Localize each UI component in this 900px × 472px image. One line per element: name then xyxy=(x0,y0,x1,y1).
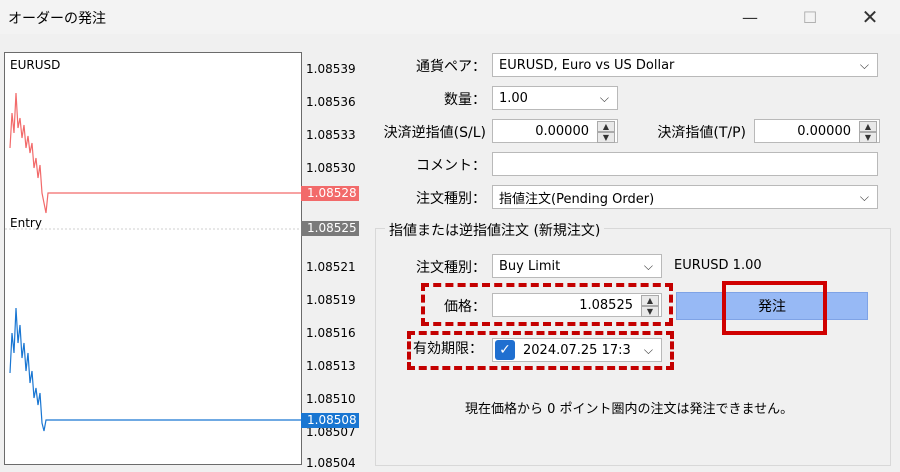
price-tick: 1.08521 xyxy=(306,260,356,274)
price-tick: 1.08513 xyxy=(306,359,356,373)
price-tick: 1.08539 xyxy=(306,62,356,76)
price-input[interactable]: 1.08525 ▲ ▼ xyxy=(492,293,662,317)
maximize-button[interactable]: ☐ xyxy=(790,4,830,30)
chevron-down-icon: ⌵ xyxy=(643,343,653,357)
spin-down-icon[interactable]: ▼ xyxy=(859,132,877,143)
entry-price-tag: 1.08525 xyxy=(301,221,359,236)
price-tick: 1.08519 xyxy=(306,293,356,307)
pending-type-select[interactable]: Buy Limit ⌵ xyxy=(492,254,662,278)
price-tick: 1.08510 xyxy=(306,392,356,406)
spin-up-icon[interactable]: ▲ xyxy=(859,121,877,132)
expiry-value: 2024.07.25 17:3 xyxy=(523,342,631,358)
symbol-select-value: EURUSD, Euro vs US Dollar xyxy=(499,57,675,73)
spin-down-icon[interactable]: ▼ xyxy=(641,306,659,317)
bid-line xyxy=(9,92,303,214)
ask-line xyxy=(9,307,303,432)
order-type-select-value: 指値注文(Pending Order) xyxy=(499,191,655,207)
sl-input-value: 0.00000 xyxy=(535,123,589,139)
chart-symbol-label: EURUSD xyxy=(10,58,61,72)
close-button[interactable]: ✕ xyxy=(850,4,890,30)
window-title: オーダーの発注 xyxy=(8,11,106,27)
price-label: 価格： xyxy=(444,299,486,315)
sl-input[interactable]: 0.00000 ▲ ▼ xyxy=(492,119,618,143)
pending-type-label: 注文種別： xyxy=(416,260,486,276)
expiry-checkbox[interactable]: ✓ xyxy=(495,340,515,360)
volume-select[interactable]: 1.00 ⌵ xyxy=(492,86,618,110)
pending-group-title: 指値または逆指値注文 (新規注文) xyxy=(385,220,605,240)
price-tick: 1.08536 xyxy=(306,95,356,109)
price-tick: 1.08516 xyxy=(306,326,356,340)
spin-up-icon[interactable]: ▲ xyxy=(641,295,659,306)
check-icon: ✓ xyxy=(499,342,511,358)
price-spinner[interactable]: ▲ ▼ xyxy=(641,295,659,317)
price-tick: 1.08533 xyxy=(306,128,356,142)
chevron-down-icon: ⌵ xyxy=(599,91,609,105)
sl-label: 決済逆指値(S/L) xyxy=(383,125,486,141)
order-type-label: 注文種別： xyxy=(416,191,486,207)
volume-select-value: 1.00 xyxy=(499,90,528,106)
bid-price-tag: 1.08528 xyxy=(301,186,359,201)
tp-input[interactable]: 0.00000 ▲ ▼ xyxy=(754,119,880,143)
chart-plot xyxy=(5,92,303,432)
chevron-down-icon: ⌵ xyxy=(859,190,869,204)
spin-up-icon[interactable]: ▲ xyxy=(597,121,615,132)
comment-input[interactable] xyxy=(492,152,878,176)
tp-input-value: 0.00000 xyxy=(797,123,851,139)
tp-label: 決済指値(T/P) xyxy=(657,125,746,141)
tp-spinner[interactable]: ▲ ▼ xyxy=(859,121,877,143)
price-input-value: 1.08525 xyxy=(579,297,633,313)
price-tick: 1.08504 xyxy=(306,456,356,470)
entry-label: Entry xyxy=(10,216,42,230)
comment-label: コメント： xyxy=(416,158,486,174)
chevron-down-icon: ⌵ xyxy=(859,58,869,72)
notice-text: 現在価格から 0 ポイント圏内の注文は発注できません。 xyxy=(465,402,794,417)
chevron-down-icon: ⌵ xyxy=(643,259,653,273)
order-button-highlight-frame xyxy=(722,281,827,335)
order-type-select[interactable]: 指値注文(Pending Order) ⌵ xyxy=(492,185,878,209)
price-chart xyxy=(4,52,303,465)
pending-symbol-info: EURUSD 1.00 xyxy=(674,258,762,273)
volume-label: 数量： xyxy=(444,92,486,108)
expiry-label: 有効期限： xyxy=(413,341,483,357)
expiry-datetime-picker[interactable]: ✓ 2024.07.25 17:3 ⌵ xyxy=(492,338,662,362)
minimize-button[interactable]: — xyxy=(730,4,770,30)
spin-down-icon[interactable]: ▼ xyxy=(597,132,615,143)
ask-price-tag: 1.08508 xyxy=(301,413,359,428)
price-tick: 1.08530 xyxy=(306,161,356,175)
symbol-select[interactable]: EURUSD, Euro vs US Dollar ⌵ xyxy=(492,53,878,77)
sl-spinner[interactable]: ▲ ▼ xyxy=(597,121,615,143)
pending-type-select-value: Buy Limit xyxy=(499,258,561,274)
symbol-label: 通貨ペア： xyxy=(416,59,486,75)
